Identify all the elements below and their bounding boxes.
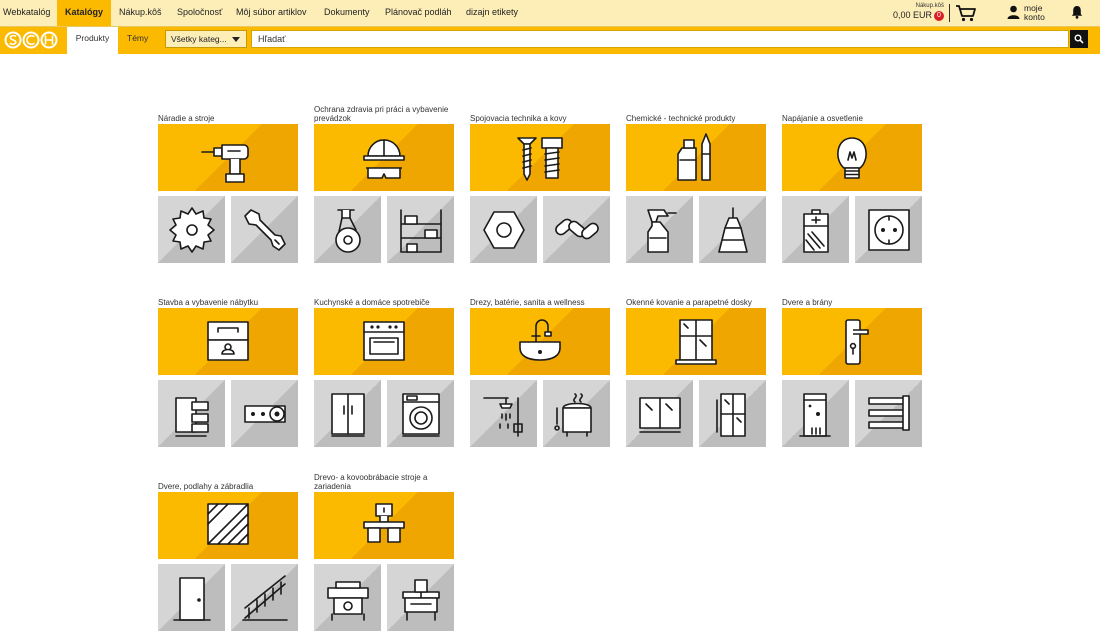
category-title[interactable]: Napájanie a osvetlenie [782,114,927,123]
category-tile-main[interactable] [470,308,610,375]
category-tile-main[interactable] [626,124,766,191]
cart-summary[interactable]: Nákup.kôš 0,00 EUR 0 [893,3,944,21]
cart-label: Nákup.kôš [915,3,944,9]
category-tile-sub[interactable] [543,196,610,263]
nav-item-floor-planner[interactable]: Plánovač podláh [385,0,452,26]
cart-amount: 0,00 EUR 0 [893,10,944,21]
category-tile-sub[interactable] [387,564,454,631]
category-tile-sub[interactable] [231,196,298,263]
category-title[interactable]: Drevo- a kovoobrábacie stroje a zariaden… [314,473,459,491]
search-input[interactable] [251,30,1069,48]
nav-item-my-articles[interactable]: Môj súbor artiklov [236,0,307,26]
category-tile-sub[interactable] [855,380,922,447]
category-tile-sub[interactable] [470,380,537,447]
category-tile-sub[interactable] [699,196,766,263]
category-title[interactable]: Kuchynské a domáce spotrebiče [314,298,459,307]
category-tile-sub[interactable] [231,380,298,447]
category-title[interactable]: Spojovacia technika a kovy [470,114,615,123]
category-title[interactable]: Chemické - technické produkty [626,114,771,123]
category-title[interactable]: Drezy, batérie, sanita a wellness [470,298,615,307]
nav-item-cart[interactable]: Nákup.kôš [119,0,162,26]
user-icon[interactable] [1007,5,1020,19]
nav-divider [949,4,950,22]
category-tile-sub[interactable] [314,380,381,447]
top-navigation: Webkatalóg Katalógy Nákup.kôš Spoločnosť… [0,0,1100,26]
nav-item-label-design[interactable]: dizajn etikety [466,0,518,26]
category-tile-main[interactable] [158,492,298,559]
shopping-cart-icon[interactable] [955,4,977,22]
category-title[interactable]: Dvere, podlahy a zábradlia [158,482,303,491]
category-tile-sub[interactable] [699,380,766,447]
category-tile-main[interactable] [158,124,298,191]
category-tile-sub[interactable] [855,196,922,263]
nav-item-company[interactable]: Spoločnosť [177,0,222,26]
category-tile-main[interactable] [626,308,766,375]
search-bar: Produkty Témy Všetky kateg... [0,27,1100,54]
category-title[interactable]: Stavba a vybavenie nábytku [158,298,303,307]
account-label[interactable]: moje konto [1024,4,1056,22]
category-tile-sub[interactable] [626,380,693,447]
category-tile-sub[interactable] [158,380,225,447]
company-logo-icon[interactable] [4,30,58,50]
category-tile-main[interactable] [158,308,298,375]
category-title[interactable]: Náradie a stroje [158,114,303,123]
bell-icon[interactable] [1071,5,1083,19]
category-tile-main[interactable] [782,308,922,375]
category-dropdown[interactable]: Všetky kateg... [165,30,247,48]
search-icon [1074,34,1084,44]
category-tile-sub[interactable] [470,196,537,263]
category-tile-sub[interactable] [543,380,610,447]
chevron-down-icon [232,37,240,42]
category-dropdown-value: Všetky kateg... [171,34,227,44]
tab-products[interactable]: Produkty [67,27,118,54]
category-tile-main[interactable] [470,124,610,191]
category-tile-main[interactable] [782,124,922,191]
cart-count-badge: 0 [934,11,944,21]
search-button[interactable] [1070,30,1088,48]
category-tile-sub[interactable] [314,564,381,631]
category-tile-sub[interactable] [314,196,381,263]
category-tile-sub[interactable] [782,380,849,447]
category-title[interactable]: Ochrana zdravia pri práci a vybavenie pr… [314,105,459,123]
category-tile-sub[interactable] [231,564,298,631]
category-tile-sub[interactable] [387,196,454,263]
tab-topics[interactable]: Témy [127,27,148,54]
category-tile-main[interactable] [314,124,454,191]
nav-item-documents[interactable]: Dokumenty [324,0,370,26]
category-tile-main[interactable] [314,492,454,559]
category-title[interactable]: Dvere a brány [782,298,927,307]
category-tile-main[interactable] [314,308,454,375]
category-tile-sub[interactable] [626,196,693,263]
cart-amount-value: 0,00 EUR [892,10,932,20]
category-title[interactable]: Okenné kovanie a parapetné dosky [626,298,771,307]
nav-item-catalogs[interactable]: Katalógy [57,0,112,26]
category-tile-sub[interactable] [782,196,849,263]
nav-item-webcatalog[interactable]: Webkatalóg [3,0,50,26]
category-tile-sub[interactable] [158,564,225,631]
category-tile-sub[interactable] [158,196,225,263]
category-tile-sub[interactable] [387,380,454,447]
